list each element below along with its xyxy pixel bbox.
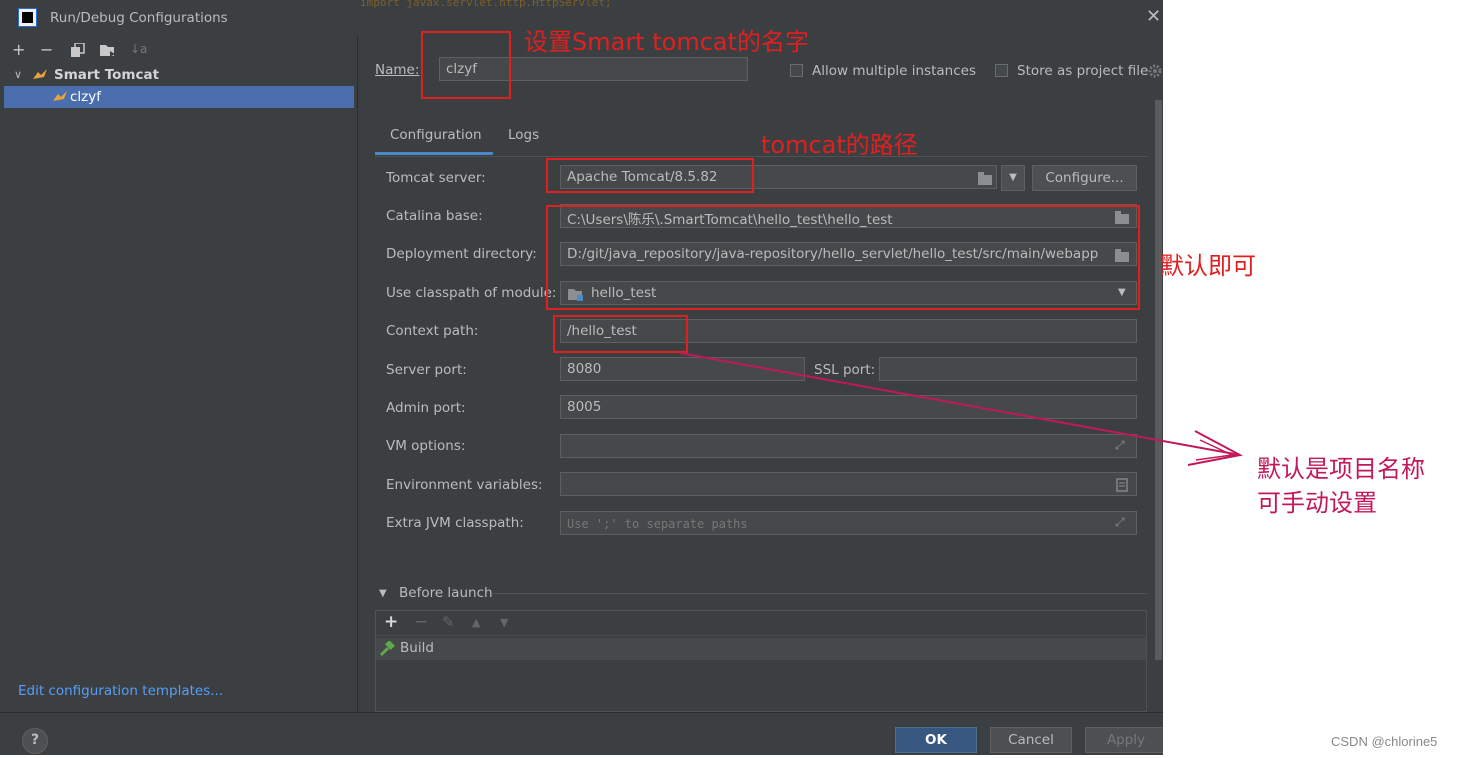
annotation-context-note: 默认是项目名称 可手动设置 — [1257, 452, 1425, 520]
watermark: CSDN @chlorine5 — [1331, 734, 1438, 749]
annotation-arrow — [679, 352, 1243, 466]
annotation-context-line1: 默认是项目名称 — [1257, 455, 1425, 483]
annotation-context-line2: 可手动设置 — [1257, 489, 1377, 517]
